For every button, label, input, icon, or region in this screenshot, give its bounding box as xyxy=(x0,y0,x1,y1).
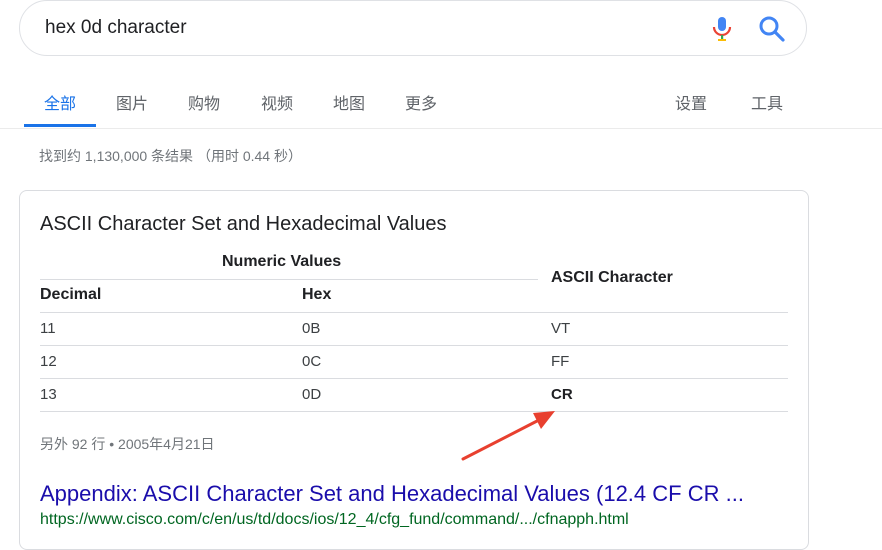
table-divider xyxy=(40,345,788,346)
cell-decimal: 11 xyxy=(40,320,56,337)
tab-more[interactable]: 更多 xyxy=(405,90,437,114)
search-icon[interactable] xyxy=(758,15,786,43)
annotation-arrow xyxy=(461,411,555,461)
cell-hex: 0B xyxy=(302,320,321,337)
tab-settings[interactable]: 设置 xyxy=(675,90,707,114)
tab-maps[interactable]: 地图 xyxy=(333,90,365,114)
tab-images[interactable]: 图片 xyxy=(116,90,148,114)
snippet-title: ASCII Character Set and Hexadecimal Valu… xyxy=(40,213,447,235)
result-url[interactable]: https://www.cisco.com/c/en/us/td/docs/io… xyxy=(40,511,629,529)
search-tabs: 全部 图片 购物 视频 地图 更多 设置 工具 xyxy=(0,86,882,128)
microphone-icon[interactable] xyxy=(712,16,732,42)
cell-ascii: VT xyxy=(551,320,571,337)
active-tab-indicator xyxy=(24,124,96,127)
cell-hex: 0D xyxy=(302,386,322,403)
table-header-decimal: Decimal xyxy=(40,286,102,303)
tab-shopping[interactable]: 购物 xyxy=(188,90,220,114)
result-title-link[interactable]: Appendix: ASCII Character Set and Hexade… xyxy=(40,481,744,507)
cell-hex: 0C xyxy=(302,353,322,370)
table-group-header: Numeric Values xyxy=(222,253,342,270)
search-box[interactable]: hex 0d character xyxy=(19,0,807,56)
search-input[interactable]: hex 0d character xyxy=(45,17,187,39)
table-header-hex: Hex xyxy=(302,286,332,303)
tab-videos[interactable]: 视频 xyxy=(261,90,293,114)
cell-ascii-highlighted: CR xyxy=(551,386,573,403)
more-rows-note: 另外 92 行 • 2005年4月21日 xyxy=(40,436,215,452)
cell-decimal: 12 xyxy=(40,353,57,370)
cell-decimal: 13 xyxy=(40,386,57,403)
table-header-ascii: ASCII Character xyxy=(551,269,673,286)
tab-all[interactable]: 全部 xyxy=(44,90,76,114)
table-divider xyxy=(40,312,788,313)
result-stats: 找到约 1,130,000 条结果 （用时 0.44 秒） xyxy=(39,148,302,164)
table-divider xyxy=(40,411,788,412)
tab-tools[interactable]: 工具 xyxy=(751,90,783,114)
table-divider xyxy=(40,378,788,379)
tabs-divider xyxy=(0,128,882,129)
cell-ascii: FF xyxy=(551,353,570,370)
table-divider xyxy=(40,279,538,280)
featured-snippet: ASCII Character Set and Hexadecimal Valu… xyxy=(19,190,809,550)
